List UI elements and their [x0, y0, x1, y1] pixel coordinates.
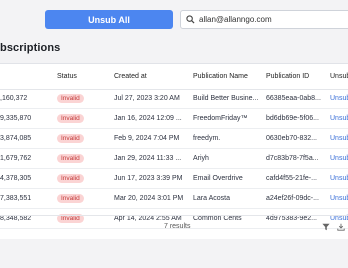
subscriber-count-cell: 3,874,085	[0, 128, 57, 150]
publication-name-cell: freedym.	[193, 128, 266, 150]
column-header-unsub[interactable]: Unsub	[330, 64, 348, 90]
column-header-status[interactable]: Status	[57, 64, 114, 90]
publication-name-cell: FreedomFriday™	[193, 108, 266, 130]
table-row[interactable]: 1,679,762 Invalid Jan 29, 2024 11:33 ... Ar…	[0, 148, 348, 170]
unsub-all-button[interactable]: Unsub All	[45, 10, 173, 29]
unsub-link[interactable]: Unsub	[330, 89, 348, 110]
subscriber-count-cell: 7,383,551	[0, 188, 57, 209]
column-header-publication-id[interactable]: Publication ID	[266, 64, 330, 90]
table-row[interactable]: 9,335,870 Invalid Jan 16, 2024 12:09 ... Fr…	[0, 108, 348, 130]
column-header-publication-name[interactable]: Publication Name	[193, 64, 266, 90]
status-badge: Invalid	[57, 154, 84, 164]
table-header-row: Status Created at Publication Name Publi…	[0, 64, 348, 90]
subscriber-count-cell: ,160,372	[0, 89, 57, 110]
table-row[interactable]: ,160,372 Invalid Jul 27, 2023 3:20 AM Build…	[0, 89, 348, 110]
created-at-cell: Mar 20, 2024 3:01 PM	[114, 188, 193, 209]
subscriptions-table: Status Created at Publication Name Publi…	[0, 64, 348, 229]
status-badge: Invalid	[57, 114, 84, 124]
status-badge: Invalid	[57, 174, 84, 183]
publication-id-cell: bd6db69e-5f06...	[266, 108, 330, 130]
subscriptions-table-panel: Status Created at Publication Name Publi…	[0, 63, 348, 239]
publication-id-cell: cafd4f55-21fe-...	[266, 168, 330, 189]
subscriber-count-cell: 4,378,305	[0, 168, 57, 189]
publication-name-cell: Build Better Busine...	[193, 89, 266, 110]
unsub-link[interactable]: Unsub	[330, 168, 348, 189]
publication-id-cell: d7c83b78-7f5a...	[266, 148, 330, 170]
publication-name-cell: Email Overdrive	[193, 168, 266, 189]
status-badge: Invalid	[57, 94, 84, 104]
unsub-link[interactable]: Unsub	[330, 108, 348, 130]
publication-name-cell: Lara Acosta	[193, 188, 266, 209]
subscriber-count-cell: 9,335,870	[0, 108, 57, 130]
results-count: 7 results	[164, 223, 191, 230]
search-box[interactable]	[180, 10, 348, 29]
status-badge: Invalid	[57, 134, 84, 144]
publication-id-cell: 66385eaa-0ab8...	[266, 89, 330, 110]
publication-id-cell: a24ef26f-09dc-...	[266, 188, 330, 209]
table-row[interactable]: 7,383,551 Invalid Mar 20, 2024 3:01 PM Lara…	[0, 188, 348, 209]
table-row[interactable]: 3,874,085 Invalid Feb 9, 2024 7:04 PM freed…	[0, 128, 348, 150]
search-icon	[181, 11, 199, 28]
created-at-cell: Jun 17, 2023 3:39 PM	[114, 168, 193, 189]
status-cell: Invalid	[57, 128, 114, 150]
created-at-cell: Jul 27, 2023 3:20 AM	[114, 89, 193, 110]
created-at-cell: Jan 29, 2024 11:33 ...	[114, 148, 193, 170]
column-header-created-at[interactable]: Created at	[114, 64, 193, 90]
column-header[interactable]	[0, 64, 57, 90]
unsub-link[interactable]: Unsub	[330, 188, 348, 209]
unsub-link[interactable]: Unsub	[330, 128, 348, 150]
filter-icon[interactable]	[321, 222, 331, 232]
status-cell: Invalid	[57, 148, 114, 170]
search-input[interactable]	[199, 15, 348, 24]
table-row[interactable]: 4,378,305 Invalid Jun 17, 2023 3:39 PM Emai…	[0, 168, 348, 189]
download-icon[interactable]	[336, 222, 346, 232]
status-cell: Invalid	[57, 168, 114, 189]
subscriber-count-cell: 1,679,762	[0, 148, 57, 170]
status-cell: Invalid	[57, 108, 114, 130]
publication-name-cell: Ariyh	[193, 148, 266, 170]
publication-id-cell: 0630eb70-832...	[266, 128, 330, 150]
created-at-cell: Feb 9, 2024 7:04 PM	[114, 128, 193, 150]
page-title: bscriptions	[0, 42, 61, 54]
created-at-cell: Jan 16, 2024 12:09 ...	[114, 108, 193, 130]
table-footer: 7 results	[0, 215, 348, 240]
status-badge: Invalid	[57, 193, 84, 203]
unsub-link[interactable]: Unsub	[330, 148, 348, 170]
status-cell: Invalid	[57, 188, 114, 209]
status-cell: Invalid	[57, 89, 114, 110]
